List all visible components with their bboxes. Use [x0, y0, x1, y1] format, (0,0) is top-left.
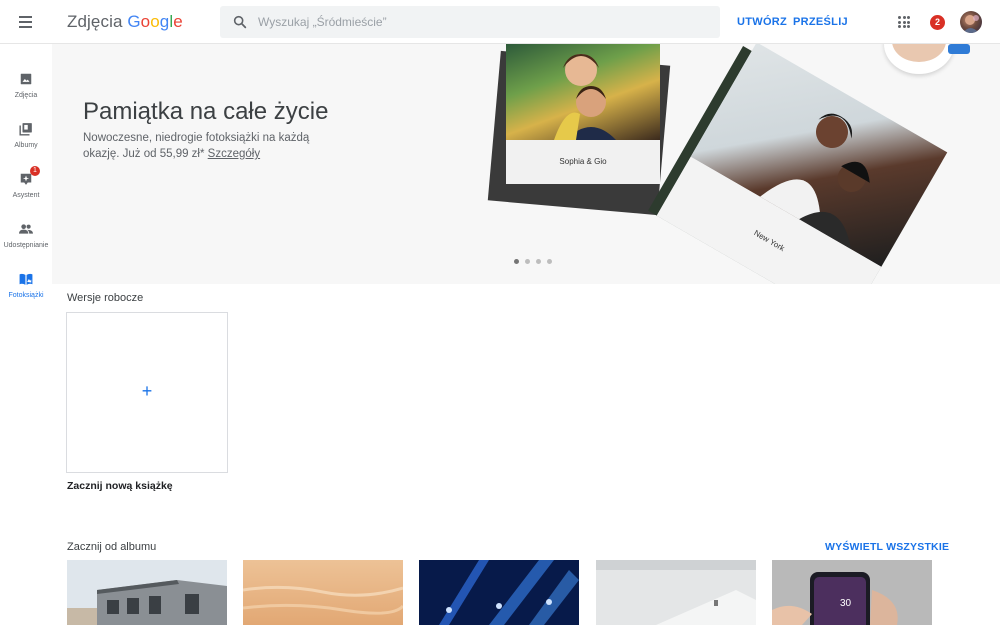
new-book-label[interactable]: Zacznij nową książkę	[67, 480, 173, 492]
phone-clock: 30	[840, 598, 852, 609]
albums-icon	[19, 123, 32, 136]
banner-description-text: Nowoczesne, niedrogie fotoksiążki na każ…	[83, 132, 310, 160]
albums-section-title: Zacznij od albumu	[67, 541, 157, 553]
album-thumbnail-sand[interactable]	[243, 560, 403, 625]
cup-handle-image	[948, 44, 970, 54]
photobook-icon	[19, 273, 33, 285]
logo-brand: Google	[127, 12, 182, 31]
logo-letter: G	[127, 12, 141, 31]
create-button[interactable]: UTWÓRZ	[737, 16, 787, 28]
upload-button[interactable]: PRZEŚLIJ	[793, 16, 848, 28]
logo-letter: o	[140, 12, 151, 31]
photobook-image-kids	[506, 44, 660, 140]
photobook-caption-kids: Sophia & Gio	[506, 140, 660, 184]
new-book-card[interactable]: +	[66, 312, 228, 473]
plus-icon: +	[141, 381, 153, 401]
promo-banner: Pamiątka na całe życie Nowoczesne, niedr…	[52, 44, 1000, 284]
logo-prefix: Zdjęcia	[67, 12, 123, 31]
avatar[interactable]	[960, 11, 982, 33]
sidebar-item-label: Albumy	[14, 142, 38, 149]
banner-title: Pamiątka na całe życie	[83, 98, 329, 125]
album-thumbnail-concert[interactable]	[419, 560, 579, 625]
notifications-badge[interactable]: 2	[930, 15, 945, 30]
sidebar-item-label: Udostępnianie	[3, 242, 49, 249]
carousel-dot[interactable]	[536, 259, 541, 264]
view-all-button[interactable]: WYŚWIETL WSZYSTKIE	[825, 541, 949, 553]
main-menu-icon[interactable]	[17, 14, 35, 30]
album-thumbnail-building[interactable]	[67, 560, 227, 625]
sidebar-item-label: Asystent	[12, 192, 40, 199]
coffee-cup-image	[884, 44, 954, 74]
logo-letter: o	[150, 12, 160, 31]
photo-icon	[20, 73, 32, 85]
carousel-dot[interactable]	[547, 259, 552, 264]
search-bar[interactable]	[220, 6, 720, 38]
logo-letter: e	[173, 12, 183, 31]
drafts-title: Wersje robocze	[67, 292, 144, 304]
album-thumbnail-phone[interactable]: 30	[772, 560, 932, 625]
search-input[interactable]	[258, 12, 698, 32]
sidebar-item-label: Fotoksiążki	[8, 292, 44, 299]
sidebar-item-label: Zdjęcia	[14, 92, 38, 99]
assistant-badge: 1	[30, 166, 40, 176]
details-link[interactable]: Szczegóły	[208, 148, 260, 160]
carousel-dot[interactable]	[514, 259, 519, 264]
app-logo[interactable]: Zdjęcia Google	[67, 12, 183, 32]
apps-grid-icon[interactable]	[898, 16, 910, 28]
banner-description: Nowoczesne, niedrogie fotoksiążki na każ…	[83, 130, 323, 162]
logo-letter: g	[159, 12, 170, 31]
carousel-dot[interactable]	[525, 259, 530, 264]
search-icon[interactable]	[232, 14, 248, 30]
sharing-icon	[19, 224, 33, 234]
top-bar: Zdjęcia Google UTWÓRZ PRZEŚLIJ 2	[0, 0, 1000, 44]
photobook-image-newyork: New York	[648, 44, 956, 284]
album-thumbnail-desk[interactable]	[596, 560, 756, 625]
